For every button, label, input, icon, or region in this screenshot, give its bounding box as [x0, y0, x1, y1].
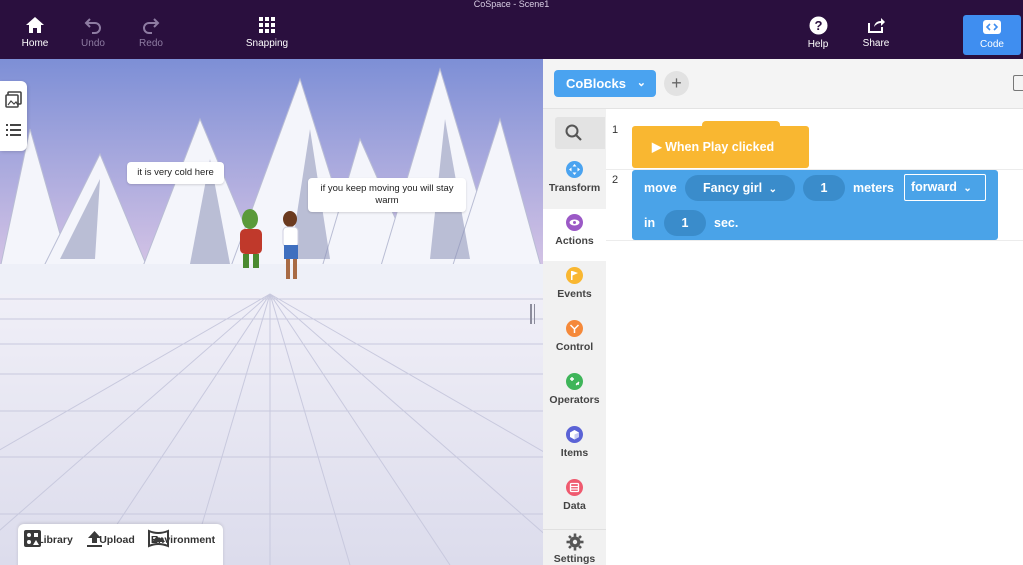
- grid-icon: [259, 17, 275, 33]
- line-number: 2: [612, 174, 619, 186]
- window-title: CoSpace - Scene1: [473, 0, 550, 9]
- list-icon[interactable]: [5, 121, 22, 138]
- bottom-toolbar: Library Upload Environment: [18, 524, 223, 565]
- category-operators[interactable]: Operators: [543, 373, 606, 423]
- search-blocks-button[interactable]: [555, 117, 605, 149]
- chevron-down-icon: ⌄: [768, 184, 777, 195]
- help-button[interactable]: ? Help: [788, 16, 848, 56]
- event-block-label: ▶ When Play clicked: [652, 140, 775, 154]
- redo-icon: [143, 18, 160, 34]
- chevron-down-icon: ⌄: [963, 183, 972, 194]
- home-icon: [26, 17, 44, 33]
- code-panel: CoBlocks ⌄ + Transform Actions Events Co…: [543, 59, 1023, 565]
- panel-resize-handle[interactable]: [529, 304, 536, 324]
- redo-button[interactable]: Redo: [121, 16, 181, 56]
- code-workspace[interactable]: 1 2 ▶ When Play clicked move Fancy girl …: [606, 109, 1023, 565]
- coblocks-tab-dropdown[interactable]: CoBlocks ⌄: [554, 70, 656, 97]
- svg-text:?: ?: [814, 18, 822, 33]
- block-category-rail: Transform Actions Events Control Operato…: [543, 109, 606, 565]
- help-icon: ?: [809, 16, 827, 35]
- search-icon: [565, 124, 582, 141]
- category-data-label: Data: [563, 500, 586, 512]
- home-label: Home: [21, 38, 49, 49]
- target-object-value: Fancy girl: [703, 181, 763, 195]
- upload-icon: [87, 531, 102, 547]
- category-actions-label: Actions: [555, 235, 594, 247]
- direction-value: forward: [911, 180, 957, 194]
- coblocks-tab-label: CoBlocks: [566, 76, 626, 91]
- flag-icon: [566, 267, 583, 284]
- operators-icon: [566, 373, 583, 390]
- snapping-label: Snapping: [245, 38, 289, 49]
- meters-label: meters: [853, 181, 894, 195]
- share-icon: [868, 18, 885, 33]
- library-button[interactable]: Library: [23, 529, 87, 547]
- scene-side-tools: [0, 81, 27, 151]
- home-button[interactable]: Home: [5, 16, 65, 56]
- code-header: CoBlocks ⌄ +: [543, 59, 1023, 109]
- library-icon: [24, 530, 41, 547]
- direction-dropdown[interactable]: forward ⌄: [904, 174, 986, 201]
- category-items-label: Items: [560, 447, 589, 459]
- line-number: 1: [612, 124, 619, 136]
- settings-label: Settings: [553, 553, 596, 565]
- share-label: Share: [862, 38, 890, 49]
- data-icon: [566, 479, 583, 496]
- row-divider: [606, 240, 1023, 241]
- branch-icon: [566, 320, 583, 337]
- environment-button[interactable]: Environment: [148, 529, 218, 548]
- category-control[interactable]: Control: [543, 320, 606, 370]
- category-events[interactable]: Events: [543, 267, 606, 317]
- code-label: Code: [980, 39, 1004, 50]
- undo-icon: [84, 18, 101, 34]
- speech-bubble-right: if you keep moving you will stay warm: [308, 178, 466, 212]
- cube-icon: [566, 426, 583, 443]
- code-button[interactable]: Code: [963, 15, 1021, 55]
- undo-button[interactable]: Undo: [63, 16, 123, 56]
- move-block[interactable]: move Fancy girl ⌄ 1 meters forward ⌄ in …: [632, 170, 998, 240]
- settings-button[interactable]: Settings: [543, 529, 606, 565]
- category-actions[interactable]: Actions: [543, 209, 606, 261]
- add-tab-button[interactable]: +: [664, 71, 689, 96]
- duration-input[interactable]: 1: [664, 210, 706, 236]
- gear-icon: [566, 533, 583, 551]
- move-label: move: [644, 181, 677, 195]
- speech-bubble-left: it is very cold here: [127, 162, 224, 184]
- environment-icon: [148, 529, 169, 548]
- category-transform[interactable]: Transform: [543, 161, 606, 211]
- when-play-clicked-block[interactable]: ▶ When Play clicked: [632, 121, 809, 168]
- scene-viewport[interactable]: it is very cold here if you keep moving …: [0, 59, 543, 565]
- code-icon: [983, 20, 1001, 34]
- category-operators-label: Operators: [549, 394, 600, 406]
- help-label: Help: [807, 39, 829, 50]
- category-events-label: Events: [557, 288, 592, 300]
- category-data[interactable]: Data: [543, 479, 606, 529]
- upload-button[interactable]: Upload: [85, 529, 149, 547]
- chevron-down-icon: ⌄: [636, 77, 646, 89]
- top-toolbar: CoSpace - Scene1 Home Undo Redo Snapping…: [0, 0, 1023, 59]
- gallery-icon[interactable]: [5, 91, 22, 108]
- sec-label: sec.: [714, 216, 739, 230]
- category-items[interactable]: Items: [543, 426, 606, 476]
- transform-icon: [566, 161, 583, 178]
- redo-label: Redo: [139, 38, 163, 49]
- undo-label: Undo: [81, 38, 105, 49]
- snapping-button[interactable]: Snapping: [237, 16, 297, 56]
- category-control-label: Control: [555, 341, 594, 353]
- distance-input[interactable]: 1: [803, 175, 845, 201]
- eye-icon: [566, 214, 583, 231]
- target-object-dropdown[interactable]: Fancy girl ⌄: [685, 175, 795, 201]
- expand-panel-icon[interactable]: [1013, 75, 1023, 91]
- category-transform-label: Transform: [548, 182, 601, 194]
- share-button[interactable]: Share: [846, 16, 906, 56]
- in-label: in: [644, 216, 656, 230]
- scene-render: [0, 59, 543, 565]
